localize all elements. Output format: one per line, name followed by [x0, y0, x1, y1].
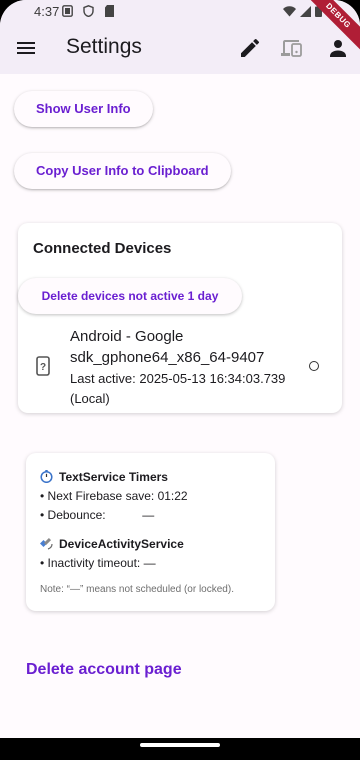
- status-bar: 4:37 DEBUG: [0, 0, 360, 56]
- signal-icon: [300, 5, 311, 17]
- next-save-line: • Next Firebase save: 01:22: [40, 489, 188, 503]
- inactivity-timeout-line: • Inactivity timeout: —: [40, 556, 156, 570]
- settings-screen: 4:37 DEBUG Settings Show User Info Copy …: [0, 0, 360, 760]
- status-right-icons: [283, 5, 322, 17]
- satellite-icon: [40, 537, 53, 550]
- devices-icon[interactable]: [281, 36, 305, 60]
- show-user-info-button[interactable]: Show User Info: [14, 91, 153, 127]
- sd-card-icon: [105, 5, 114, 17]
- copy-user-info-button[interactable]: Copy User Info to Clipboard: [14, 153, 231, 189]
- sim-card-icon: [62, 5, 73, 17]
- account-icon[interactable]: [326, 36, 350, 60]
- shield-icon: [83, 5, 94, 17]
- delete-inactive-devices-button[interactable]: Delete devices not active 1 day: [18, 278, 242, 314]
- edit-icon[interactable]: [238, 36, 262, 60]
- wifi-icon: [283, 5, 296, 16]
- device-name: Android - Google sdk_gphone64_x86_64-940…: [70, 328, 265, 366]
- connected-devices-title: Connected Devices: [33, 240, 172, 257]
- app-bar: Settings: [0, 24, 360, 74]
- svg-text:?: ?: [40, 362, 46, 373]
- text-service-title: TextService Timers: [59, 470, 168, 484]
- device-radio-icon[interactable]: [309, 361, 319, 371]
- home-gesture-pill[interactable]: [140, 743, 220, 747]
- timers-note: Note: “—” means not scheduled (or locked…: [40, 584, 234, 595]
- connected-devices-card: Connected Devices Delete devices not act…: [18, 223, 342, 413]
- timer-icon: [40, 470, 53, 483]
- device-activity-heading: DeviceActivityService: [40, 537, 184, 551]
- page-title: Settings: [66, 35, 142, 58]
- status-time: 4:37: [34, 4, 60, 19]
- debounce-line: • Debounce: —: [40, 508, 155, 522]
- text-service-heading: TextService Timers: [40, 470, 168, 484]
- unknown-device-icon: ?: [36, 356, 50, 376]
- menu-icon[interactable]: [14, 36, 38, 60]
- timers-card: TextService Timers • Next Firebase save:…: [26, 453, 275, 611]
- device-activity-title: DeviceActivityService: [59, 537, 184, 551]
- delete-account-link[interactable]: Delete account page: [26, 661, 182, 679]
- device-last-active: Last active: 2025-05-13 16:34:03.739 (Lo…: [70, 371, 286, 406]
- navigation-bar: [0, 738, 360, 760]
